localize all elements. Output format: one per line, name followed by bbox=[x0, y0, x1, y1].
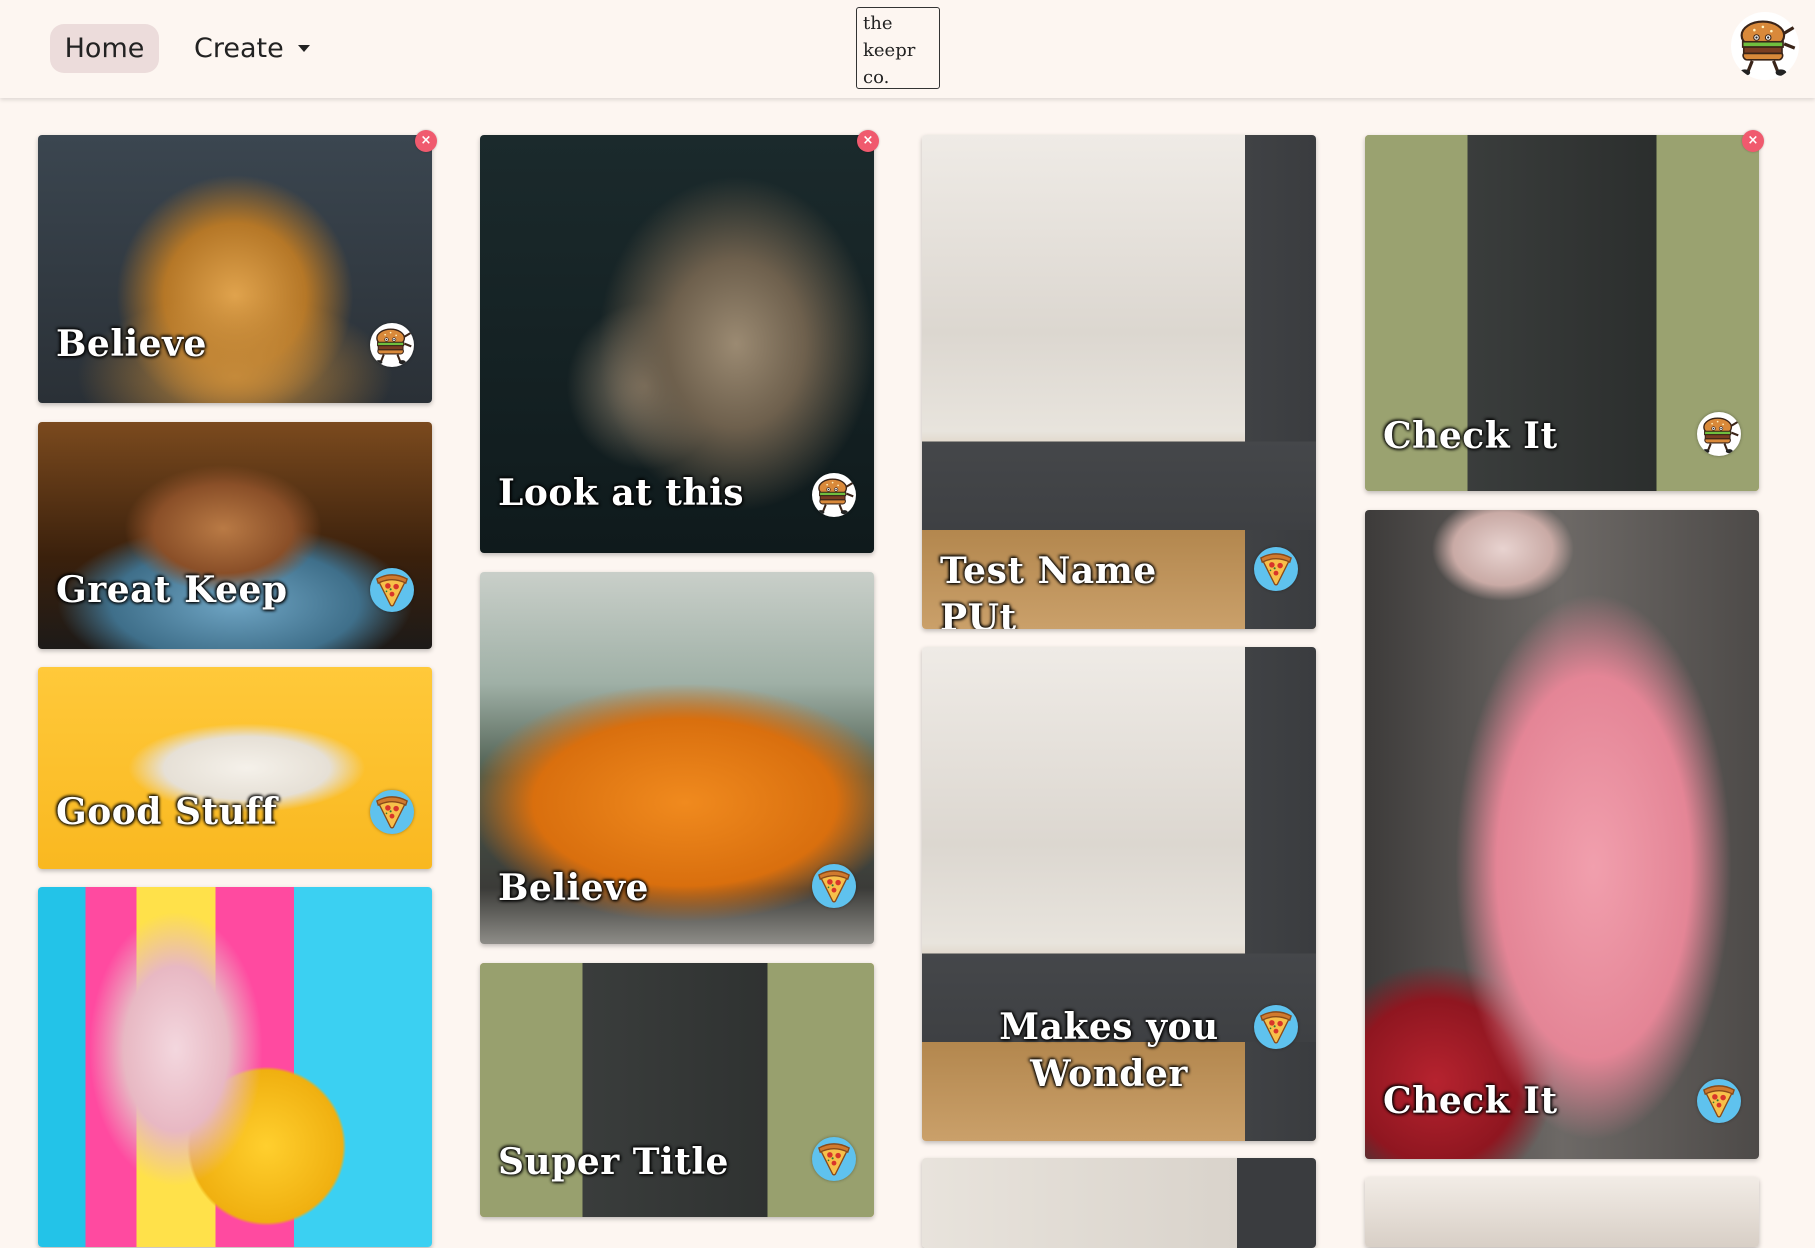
pizza-slice-icon bbox=[370, 790, 414, 834]
pizza-slice-icon bbox=[812, 864, 856, 908]
keep-title: Believe bbox=[56, 323, 207, 365]
burger-mascot-icon bbox=[812, 473, 856, 517]
keep-image bbox=[38, 667, 432, 869]
pizza-slice-icon bbox=[812, 1137, 856, 1181]
nav-create-label: Create bbox=[194, 33, 284, 64]
chevron-down-icon bbox=[297, 45, 310, 52]
keep-title: Great Keep bbox=[56, 569, 288, 611]
nav-create-dropdown[interactable]: Create bbox=[194, 24, 310, 73]
delete-keep-button[interactable]: × bbox=[1742, 130, 1764, 152]
keep-title: Check It bbox=[1383, 1080, 1558, 1122]
keep-creator-avatar[interactable] bbox=[1697, 412, 1741, 456]
keep-image bbox=[1365, 510, 1759, 1159]
keep-card[interactable]: Good Stuff bbox=[38, 667, 432, 869]
keep-title: Good Stuff bbox=[56, 791, 278, 833]
logo-line-1: the bbox=[863, 13, 893, 34]
keep-title: Check It bbox=[1383, 415, 1558, 457]
keep-creator-avatar[interactable] bbox=[1254, 547, 1298, 591]
keep-title: Test Name PUt bbox=[940, 550, 1157, 629]
keep-card[interactable]: Believe bbox=[480, 572, 874, 944]
keep-creator-avatar[interactable] bbox=[1697, 1079, 1741, 1123]
keep-card[interactable]: Super Title bbox=[480, 963, 874, 1217]
keep-creator-avatar[interactable] bbox=[812, 473, 856, 517]
keep-card[interactable]: Check It bbox=[1365, 510, 1759, 1159]
keep-card[interactable]: Check It bbox=[1365, 135, 1759, 491]
keep-card[interactable]: Great Keep bbox=[38, 422, 432, 649]
user-avatar[interactable] bbox=[1731, 12, 1799, 80]
keep-creator-avatar[interactable] bbox=[370, 568, 414, 612]
keep-title: Look at this bbox=[498, 472, 745, 514]
nav-home-link[interactable]: Home bbox=[50, 24, 159, 73]
keep-creator-avatar[interactable] bbox=[812, 1137, 856, 1181]
burger-mascot-icon bbox=[370, 323, 414, 367]
keep-card[interactable] bbox=[922, 1158, 1316, 1248]
keep-creator-avatar[interactable] bbox=[812, 864, 856, 908]
logo-line-3: co. bbox=[863, 67, 890, 88]
keep-card[interactable]: Test Name PUt bbox=[922, 135, 1316, 629]
keep-creator-avatar[interactable] bbox=[370, 790, 414, 834]
pizza-slice-icon bbox=[1254, 1005, 1298, 1049]
keep-card[interactable]: Look at this bbox=[480, 135, 874, 553]
keep-title: Makes you Wonder bbox=[999, 1006, 1219, 1095]
keep-creator-avatar[interactable] bbox=[1254, 1005, 1298, 1049]
delete-keep-button[interactable]: × bbox=[857, 130, 879, 152]
pizza-slice-icon bbox=[1697, 1079, 1741, 1123]
keep-creator-avatar[interactable] bbox=[370, 323, 414, 367]
keep-image bbox=[38, 887, 432, 1247]
logo-line-2: keepr bbox=[863, 40, 916, 61]
burger-mascot-icon bbox=[1697, 412, 1741, 456]
keep-image bbox=[1365, 1177, 1759, 1247]
keep-image bbox=[922, 1158, 1316, 1248]
navbar: Home Create the keepr co. bbox=[0, 0, 1815, 98]
keep-title: Super Title bbox=[498, 1141, 729, 1183]
keep-card[interactable] bbox=[1365, 1177, 1759, 1247]
keep-card[interactable] bbox=[38, 887, 432, 1247]
keep-card[interactable]: Makes you Wonder bbox=[922, 647, 1316, 1141]
keep-image bbox=[38, 422, 432, 649]
site-logo[interactable]: the keepr co. bbox=[856, 7, 940, 89]
keep-card[interactable]: Believe bbox=[38, 135, 432, 403]
pizza-slice-icon bbox=[1254, 547, 1298, 591]
delete-keep-button[interactable]: × bbox=[415, 130, 437, 152]
burger-mascot-icon bbox=[1731, 12, 1799, 80]
pizza-slice-icon bbox=[370, 568, 414, 612]
keep-title: Believe bbox=[498, 867, 649, 909]
